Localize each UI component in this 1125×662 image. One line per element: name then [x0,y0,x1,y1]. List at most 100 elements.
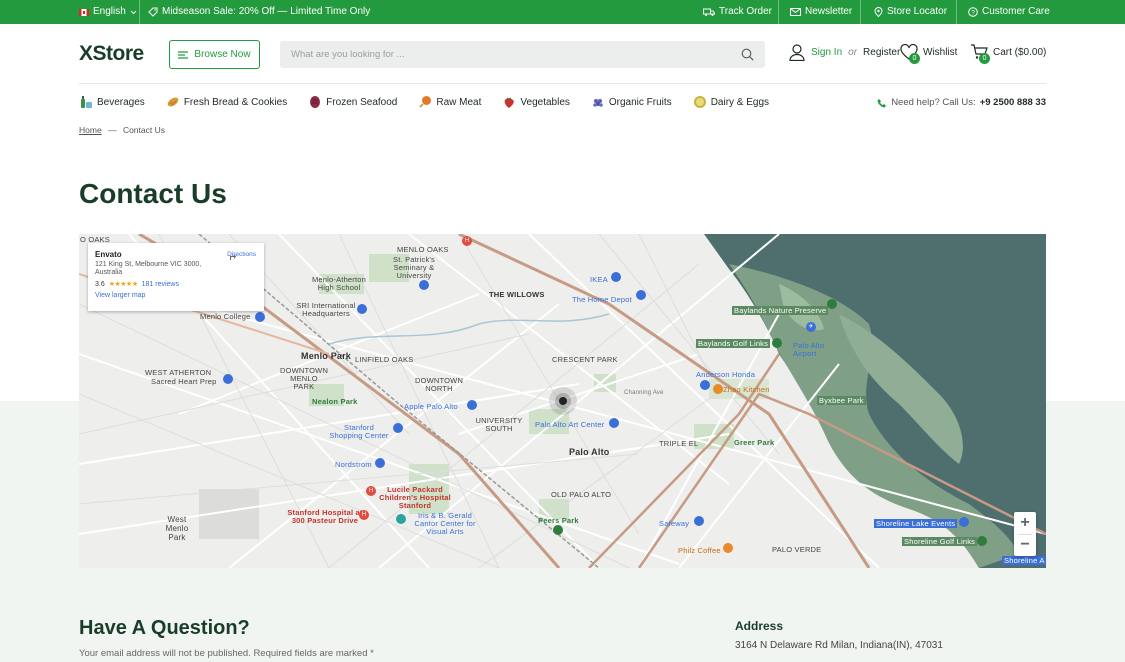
map-label: Safeway [659,519,690,528]
map-label: Menlo College [200,312,251,321]
map-label: Baylands Nature Preserve [732,306,829,315]
events-pin-icon[interactable] [959,517,969,527]
shop-pin-icon[interactable] [694,516,704,526]
search-icon[interactable] [741,48,754,61]
category-beverages[interactable]: Beverages [79,95,145,109]
office-pin-icon[interactable] [357,304,367,314]
menu-icon [178,50,189,59]
phone-number[interactable]: +9 2500 888 33 [980,97,1046,108]
map-label: St. Patrick's Seminary & University [393,255,435,280]
shop-pin-icon[interactable] [611,272,621,282]
register-link[interactable]: Register [863,47,900,58]
map-label: Nealon Park [312,397,358,406]
park-pin-icon[interactable] [827,299,837,309]
wishlist-button[interactable]: 0 Wishlist [900,43,958,64]
map-label: MENLO OAKS [397,245,449,254]
store-locator-link[interactable]: Store Locator [874,0,947,24]
map-label: WEST ATHERTON [145,368,212,377]
school-pin-icon[interactable] [223,374,233,384]
cheese-icon [693,96,706,108]
reviews-link[interactable]: 181 reviews [142,281,179,288]
language-selector[interactable]: English [79,0,137,24]
hospital-pin-icon[interactable]: H [462,236,472,246]
google-map[interactable]: O OAKS MENLO OAKS St. Patrick's Seminary… [79,234,1046,568]
customer-care-link[interactable]: ? Customer Care [968,0,1050,24]
golf-pin-icon[interactable] [977,536,987,546]
tag-icon [148,7,158,17]
zoom-out-button[interactable]: − [1014,534,1036,556]
page-title: Contact Us [79,178,227,209]
museum-pin-icon[interactable] [396,514,406,524]
map-label: Apple Palo Alto [404,402,458,411]
map-label: PALO VERDE [772,545,822,554]
hospital-pin-icon[interactable]: H [359,510,369,520]
car-dealer-pin-icon[interactable] [700,380,710,390]
map-label: LINFIELD OAKS [355,355,414,364]
map-label: Palo Alto [569,447,610,457]
browse-now-button[interactable]: Browse Now [169,40,260,69]
map-label: OLD PALO ALTO [551,490,612,499]
shop-pin-icon[interactable] [393,423,403,433]
hospital-pin-icon[interactable]: H [366,486,376,496]
category-fresh-bread[interactable]: Fresh Bread & Cookies [166,95,287,109]
place-rating: 3.6 ★★★★★ 181 reviews [95,280,179,289]
account-area: Sign In or Register [789,44,900,61]
map-label: Peers Park [538,516,579,525]
map-label: Lucile Packard Children's Hospital Stanf… [379,485,451,510]
school-pin-icon[interactable] [255,312,265,322]
category-raw-meat[interactable]: Raw Meat [418,95,481,109]
breadcrumb-current: Contact Us [122,125,165,135]
map-label: Shoreline A [1002,556,1046,565]
chevron-down-icon [130,10,137,14]
map-label: Shoreline Golf Links [902,537,978,546]
breadcrumb: Home — Contact Us [79,125,165,135]
or-text: or [848,47,858,58]
category-frozen-seafood[interactable]: Frozen Seafood [308,95,397,109]
breadcrumb-home[interactable]: Home [79,125,102,135]
directions-button[interactable]: Directions [227,251,256,260]
search-bar [280,41,765,68]
school-pin-icon[interactable] [419,280,429,290]
park-pin-icon[interactable] [553,525,563,535]
wishlist-label: Wishlist [923,46,958,58]
top-bar: English Midseason Sale: 20% Off — Limite… [0,0,1125,24]
map-label: Menlo Park [301,351,352,361]
museum-pin-icon[interactable] [609,418,619,428]
help-phone: Need help? Call Us: +9 2500 888 33 [877,97,1046,108]
language-label: English [93,6,126,17]
form-note: Your email address will not be published… [79,648,374,659]
promo-text: Midseason Sale: 20% Off — Limited Time O… [162,6,371,17]
map-label: IKEA [590,275,608,284]
cart-button[interactable]: 0 Cart ($0.00) [970,44,1047,64]
newsletter-link[interactable]: Newsletter [790,0,852,24]
zoom-in-button[interactable]: + [1014,512,1036,534]
map-label: Baylands Golf Links [696,339,771,348]
shop-pin-icon[interactable] [636,290,646,300]
restaurant-pin-icon[interactable] [713,384,723,394]
category-vegetables[interactable]: Vegetables [502,95,570,109]
shop-pin-icon[interactable] [375,458,385,468]
map-label: Palo Alto Art Center [535,420,605,429]
site-logo[interactable]: XStore [79,42,144,66]
map-label: CRESCENT PARK [552,355,618,364]
map-info-card: Envato 121 King St, Melbourne VIC 3000, … [88,243,264,311]
coffee-pin-icon[interactable] [723,543,733,553]
map-label: SRI International Headquarters [296,301,356,318]
view-larger-map-link[interactable]: View larger map [95,292,257,299]
header-divider [79,83,1046,84]
bottle-icon [81,96,92,108]
golf-pin-icon[interactable] [772,338,782,348]
map-label: Shoreline Lake Events [874,519,958,528]
cart-label: Cart ($0.00) [993,46,1047,58]
shop-pin-icon[interactable] [467,400,477,410]
sign-in-link[interactable]: Sign In [811,47,842,58]
track-order-link[interactable]: Track Order [703,0,772,24]
category-organic-fruits[interactable]: Organic Fruits [591,95,672,109]
search-input[interactable] [280,41,720,68]
user-icon[interactable] [789,44,805,61]
airport-pin-icon[interactable]: ✈ [806,322,816,332]
map-label: The Home Depot [572,295,632,304]
category-dairy-eggs[interactable]: Dairy & Eggs [693,95,769,109]
rating-stars: ★★★★★ [108,281,138,288]
map-label: UNIVERSITY SOUTH [475,416,523,433]
